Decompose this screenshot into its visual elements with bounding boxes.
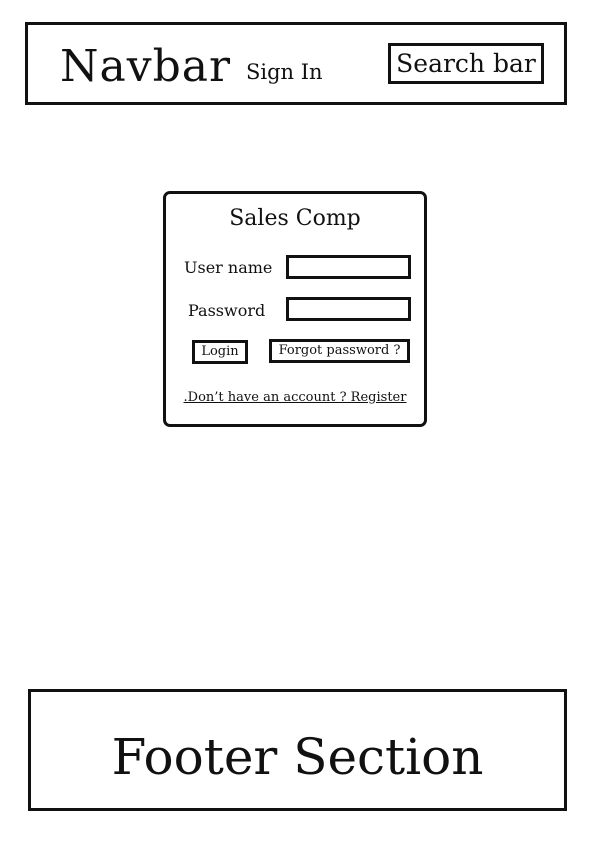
username-label: User name [184, 258, 273, 277]
navbar: Navbar Sign In Search bar [25, 22, 567, 105]
password-label: Password [188, 301, 266, 320]
navbar-brand: Navbar [60, 41, 232, 92]
search-bar[interactable]: Search bar [388, 43, 544, 84]
login-button[interactable]: Login [192, 340, 248, 364]
sign-in-link[interactable]: Sign In [246, 62, 323, 83]
forgot-password-button[interactable]: Forgot password ? [269, 339, 410, 363]
footer: Footer Section [28, 689, 567, 811]
register-link[interactable]: .Don’t have an account ? Register [166, 391, 424, 404]
password-field[interactable] [286, 297, 411, 321]
username-field[interactable] [286, 255, 411, 279]
login-title: Sales Comp [229, 206, 361, 231]
login-card: Sales Comp User name Password Login Forg… [163, 191, 427, 427]
footer-title: Footer Section [111, 728, 484, 786]
